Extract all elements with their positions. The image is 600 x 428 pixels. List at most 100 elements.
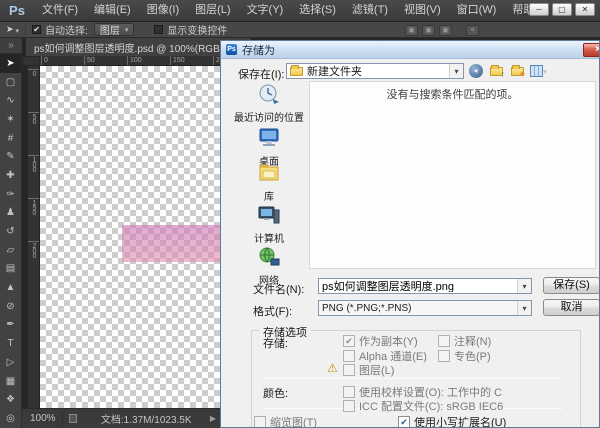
chevron-down-icon[interactable]	[517, 301, 531, 315]
ruler-tick: 100	[127, 56, 142, 65]
format-label: 格式(F):	[253, 303, 292, 319]
auto-select-checkbox[interactable]: 自动选择:	[32, 22, 88, 37]
menu-item[interactable]: 滤镜(T)	[344, 0, 396, 21]
back-icon[interactable]: ◂	[467, 63, 484, 79]
place-libraries[interactable]: 库	[229, 162, 309, 203]
status-preview-icon	[69, 414, 77, 423]
file-list[interactable]: 没有与搜索条件匹配的项。	[309, 81, 596, 269]
gradient-tool[interactable]: ▤	[0, 260, 21, 279]
document-tab[interactable]: ps如何调整图层透明度.psd @ 100%(RGB/8) ×	[26, 38, 252, 56]
checkbox-box	[343, 400, 355, 412]
eyedropper-tool[interactable]: ✎	[0, 147, 21, 166]
target-value: 图层	[100, 22, 120, 37]
auto-select-target-dropdown[interactable]: 图层	[94, 23, 135, 36]
menu-item[interactable]: 编辑(E)	[86, 0, 139, 21]
spot-healing-brush-tool[interactable]: ✚	[0, 166, 21, 185]
checkbox-label: 注释(N)	[454, 333, 491, 349]
icc-profile-checkbox[interactable]: ICC 配置文件(C): sRGB IEC6	[343, 398, 503, 414]
dialog-title: 存储为	[242, 42, 275, 58]
panel-icon[interactable]: ▣	[439, 25, 452, 36]
photoshop-logo: Ps	[0, 3, 34, 18]
options-bar: ➤ 自动选择: 图层 显示变换控件 ▣ ▣ ▣ ≡	[0, 22, 600, 38]
eraser-tool[interactable]: ▱	[0, 241, 21, 260]
new-folder-icon[interactable]: ✦	[509, 63, 526, 79]
thumbnail-checkbox[interactable]: 缩览图(T)	[254, 414, 317, 428]
path-selection-tool[interactable]: ▷	[0, 353, 21, 372]
quick-selection-tool[interactable]: ✶	[0, 110, 21, 129]
pen-tool[interactable]: ✒	[0, 316, 21, 335]
checkbox-label: ICC 配置文件(C): sRGB IEC6	[359, 398, 503, 414]
up-one-level-icon[interactable]: ↑	[488, 63, 505, 79]
minimize-button[interactable]: ─	[529, 3, 549, 16]
menu-item[interactable]: 文件(F)	[34, 0, 86, 21]
dialog-close-button[interactable]: ×	[583, 43, 600, 57]
hand-tool[interactable]: ❖	[0, 390, 21, 409]
history-brush-tool[interactable]: ↺	[0, 222, 21, 241]
lasso-tool[interactable]: ∿	[0, 91, 21, 110]
menu-item[interactable]: 图层(L)	[187, 0, 238, 21]
move-tool[interactable]: ➤	[0, 54, 21, 73]
desktop-icon	[257, 127, 281, 152]
panel-icon[interactable]: ≡	[466, 25, 479, 36]
save-in-label: 保存在(I):	[238, 66, 284, 82]
toolbar-collapse-button[interactable]: »	[0, 38, 22, 54]
zoom-level[interactable]: 100%	[22, 412, 63, 426]
rectangle-tool[interactable]: ▦	[0, 372, 21, 391]
checkbox-label: 作为副本(Y)	[359, 333, 418, 349]
libraries-icon	[257, 162, 281, 187]
menu-item[interactable]: 文字(Y)	[239, 0, 292, 21]
filename-input[interactable]	[322, 280, 515, 292]
ruler-tick: 100	[28, 155, 39, 172]
pink-layer-rectangle[interactable]	[122, 225, 221, 262]
computer-icon	[257, 204, 281, 229]
chevron-down-icon	[125, 24, 129, 35]
warning-icon	[327, 362, 338, 374]
layers-checkbox[interactable]: 图层(L)	[343, 362, 394, 378]
as-copy-checkbox[interactable]: 作为副本(Y)	[343, 333, 418, 349]
canvas-transparency-checkerboard[interactable]	[40, 66, 222, 408]
format-dropdown[interactable]: PNG (*.PNG;*.PNS)	[318, 300, 532, 316]
folder-icon	[290, 67, 303, 76]
store-label: 存储:	[263, 335, 288, 351]
dialog-title-bar[interactable]: Ps 存储为	[221, 41, 599, 59]
current-tool-chip[interactable]: ➤	[6, 24, 26, 35]
auto-select-label: 自动选择:	[45, 22, 88, 37]
blur-tool[interactable]: ▲	[0, 278, 21, 297]
save-in-dropdown[interactable]: 新建文件夹	[286, 63, 464, 79]
menu-item[interactable]: 图像(I)	[139, 0, 187, 21]
maximize-button[interactable]: ▢	[552, 3, 572, 16]
zoom-tool[interactable]: ◎	[0, 409, 21, 428]
checkbox-label: 缩览图(T)	[270, 414, 317, 428]
type-tool[interactable]: T	[0, 334, 21, 353]
empty-folder-message: 没有与搜索条件匹配的项。	[310, 82, 595, 102]
panel-icon[interactable]: ▣	[422, 25, 435, 36]
filename-label: 文件名(N):	[253, 281, 304, 297]
dodge-tool[interactable]: ⊘	[0, 297, 21, 316]
format-value: PNG (*.PNG;*.PNS)	[322, 303, 411, 314]
checkbox-box	[254, 416, 266, 428]
checkbox-box	[438, 335, 450, 347]
annotations-checkbox[interactable]: 注释(N)	[438, 333, 491, 349]
crop-tool[interactable]: #	[0, 129, 21, 148]
ruler-corner	[22, 56, 40, 66]
place-recent-places[interactable]: 最近访问的位置	[229, 83, 309, 124]
place-computer[interactable]: 计算机	[229, 204, 309, 245]
spot-colors-checkbox[interactable]: 专色(P)	[438, 348, 491, 364]
rectangular-marquee-tool[interactable]: ▢	[0, 73, 21, 92]
panel-icon[interactable]: ▣	[405, 25, 418, 36]
save-button[interactable]: 保存(S)	[543, 277, 600, 294]
menu-item[interactable]: 窗口(W)	[449, 0, 505, 21]
cancel-button[interactable]: 取消	[543, 299, 600, 316]
workspace-icons: ▣ ▣ ▣ ≡	[405, 25, 479, 36]
brush-tool[interactable]: ✑	[0, 185, 21, 204]
show-transform-checkbox[interactable]: 显示变换控件	[154, 22, 227, 37]
lowercase-extension-checkbox[interactable]: 使用小写扩展名(U)	[398, 414, 506, 428]
place-label: 计算机	[254, 230, 284, 245]
chevron-down-icon[interactable]	[517, 279, 531, 293]
view-menu-icon[interactable]	[530, 63, 547, 79]
menu-item[interactable]: 视图(V)	[396, 0, 449, 21]
menu-item[interactable]: 选择(S)	[291, 0, 344, 21]
chevron-down-icon[interactable]	[449, 64, 463, 78]
clone-stamp-tool[interactable]: ♟	[0, 204, 21, 223]
close-button[interactable]: ✕	[575, 3, 595, 16]
